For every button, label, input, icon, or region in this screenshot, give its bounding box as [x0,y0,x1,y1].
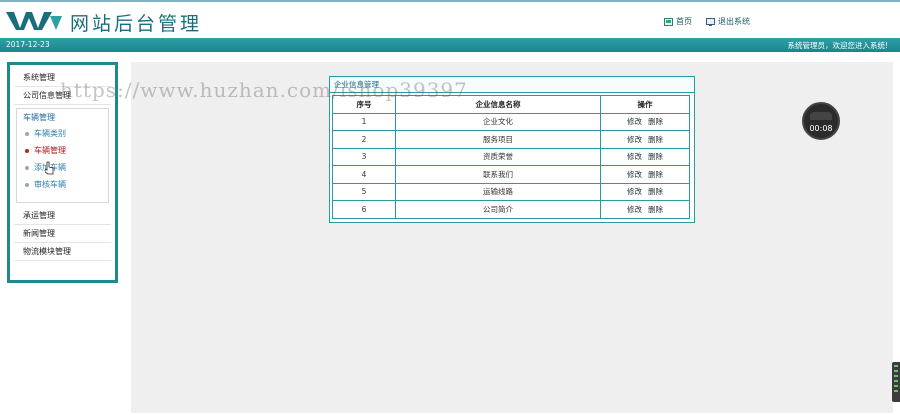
header: 网站后台管理 首页 退出系统 [0,0,900,38]
row-actions: 修改 删除 [600,147,690,166]
logout-icon [706,17,715,26]
edit-link[interactable]: 修改 [627,187,642,196]
sidebar-item-review-vehicle[interactable]: 审核车辆 [25,179,104,190]
sidebar-item-add-vehicle[interactable]: 添加车辆 [25,162,104,173]
current-date: 2017-12-23 [6,40,50,49]
edit-link[interactable]: 修改 [627,117,642,126]
sidebar-item-vehicle-category[interactable]: 车辆类别 [25,128,104,139]
table-row: 6 公司简介 修改 删除 [332,200,690,219]
sidebar-item-carrier[interactable]: 承运管理 [14,207,111,225]
sidebar-item-company-info[interactable]: 公司信息管理 [14,87,111,105]
company-info-panel: 企业信息管理 序号 企业信息名称 操作 1 企业文化 修改 删除 2 服务项目 修改 删除 3 资… [329,76,695,223]
column-header-no: 序号 [332,95,396,114]
table-row: 5 运输线路 修改 删除 [332,182,690,201]
bullet-icon [25,165,29,170]
info-bar: 2017-12-23 系统管理员，欢迎您进入系统! [0,38,900,52]
edit-link[interactable]: 修改 [627,135,642,144]
table-row: 2 服务项目 修改 删除 [332,130,690,149]
delete-link[interactable]: 删除 [648,170,663,179]
sidebar-item-system[interactable]: 系统管理 [14,69,111,87]
delete-link[interactable]: 删除 [648,117,663,126]
sidebar-item-label: 审核车辆 [34,180,66,189]
edit-link[interactable]: 修改 [627,170,642,179]
welcome-text: 系统管理员，欢迎您进入系统! [787,41,888,50]
logout-label: 退出系统 [718,17,750,26]
row-number: 1 [332,112,396,131]
table-row: 4 联系我们 修改 删除 [332,165,690,184]
delete-link[interactable]: 删除 [648,187,663,196]
row-name: 运输线路 [395,182,601,201]
mouse-cursor-icon [45,161,54,175]
table-row: 3 资质荣誉 修改 删除 [332,147,690,166]
home-icon [664,17,673,26]
delete-link[interactable]: 删除 [648,205,663,214]
home-label: 首页 [676,17,692,26]
sidebar-item-news[interactable]: 新闻管理 [14,225,111,243]
sidebar-group-vehicles: 车辆管理 车辆类别 车辆管理 添加车辆 审核车辆 [16,108,109,203]
bullet-icon [25,131,29,136]
table-row: 1 企业文化 修改 删除 [332,112,690,131]
row-actions: 修改 删除 [600,130,690,149]
column-header-actions: 操作 [600,95,690,114]
home-link[interactable]: 首页 [664,16,692,27]
row-actions: 修改 删除 [600,112,690,131]
row-actions: 修改 删除 [600,182,690,201]
site-title: 网站后台管理 [70,13,203,35]
bullet-icon [25,182,29,187]
sidebar-item-label: 车辆管理 [34,146,66,155]
table-header-row: 序号 企业信息名称 操作 [332,95,690,114]
logo-icon [6,12,62,30]
edit-link[interactable]: 修改 [627,152,642,161]
row-number: 5 [332,182,396,201]
sidebar: 系统管理 公司信息管理 车辆管理 车辆类别 车辆管理 添加车辆 审核车辆 承运管… [7,62,118,283]
delete-link[interactable]: 删除 [648,152,663,161]
row-number: 6 [332,200,396,219]
row-number: 2 [332,130,396,149]
row-number: 3 [332,147,396,166]
sidebar-item-vehicle-manage[interactable]: 车辆管理 [25,145,104,156]
recording-timer: 00:08 [802,102,840,140]
top-nav: 首页 退出系统 [664,16,750,27]
row-name: 资质荣誉 [395,147,601,166]
row-actions: 修改 删除 [600,200,690,219]
column-header-name: 企业信息名称 [395,95,601,114]
row-name: 公司简介 [395,200,601,219]
panel-title: 企业信息管理 [330,77,694,93]
company-info-table: 序号 企业信息名称 操作 1 企业文化 修改 删除 2 服务项目 修改 删除 3 资质荣誉 修改 删除… [332,95,690,219]
row-actions: 修改 删除 [600,165,690,184]
edit-link[interactable]: 修改 [627,205,642,214]
row-number: 4 [332,165,396,184]
row-name: 服务项目 [395,130,601,149]
logout-link[interactable]: 退出系统 [706,16,750,27]
bullet-icon [25,148,29,153]
row-name: 联系我们 [395,165,601,184]
delete-link[interactable]: 删除 [648,135,663,144]
sidebar-item-label: 车辆类别 [34,129,66,138]
row-name: 企业文化 [395,112,601,131]
sidebar-item-logistics[interactable]: 物流模块管理 [14,243,111,261]
sidebar-group-title[interactable]: 车辆管理 [23,112,104,123]
side-handle[interactable] [892,362,900,402]
